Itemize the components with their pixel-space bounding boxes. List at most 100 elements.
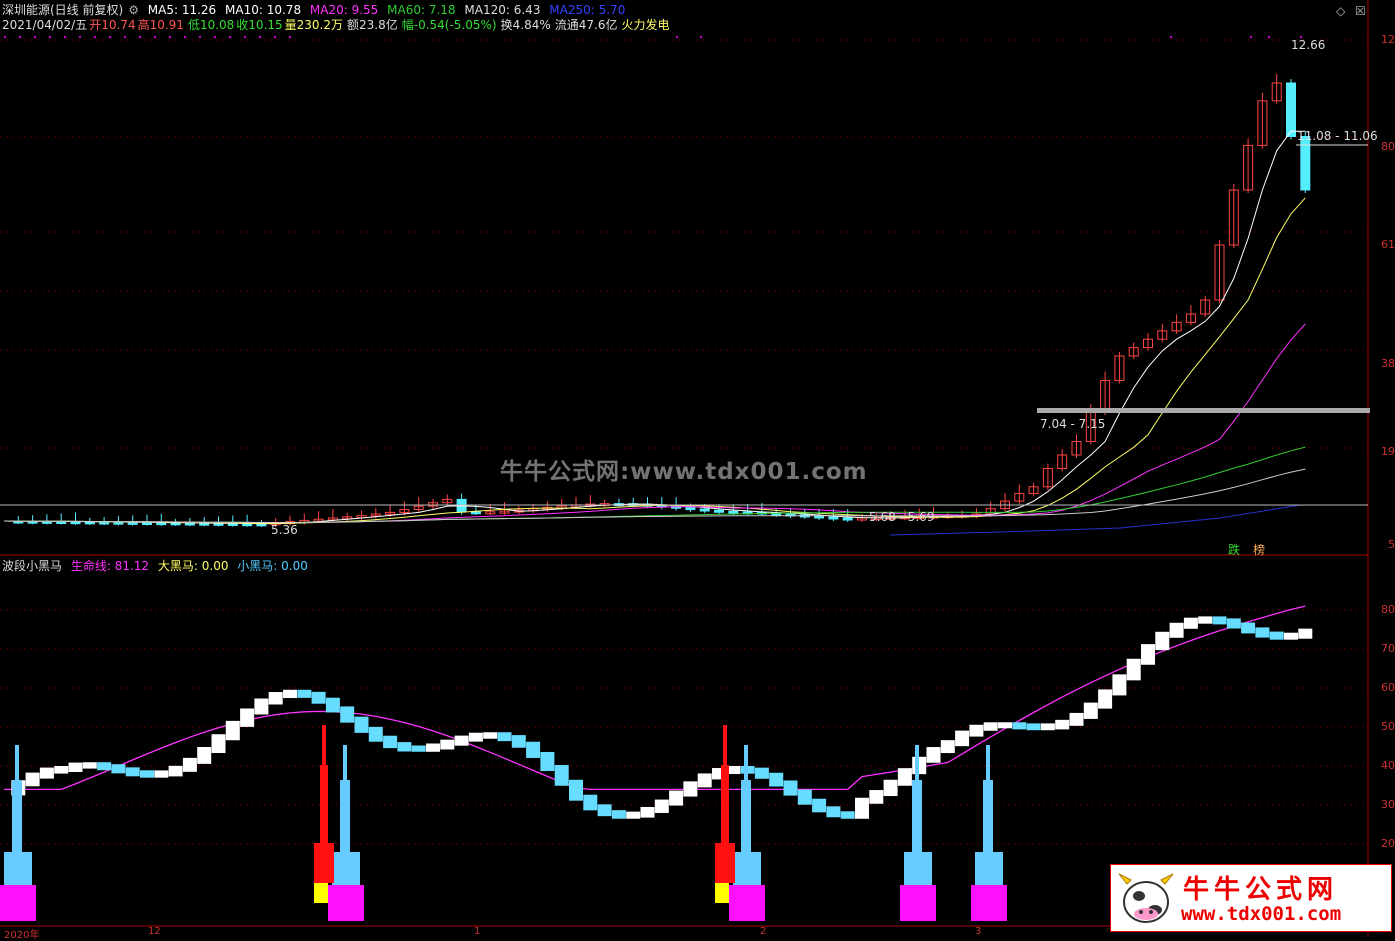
rise-block	[454, 735, 469, 746]
indicator-name[interactable]: 波段小黑马	[2, 559, 62, 573]
marker-dot	[79, 36, 81, 38]
indicator-tick: 40	[1381, 759, 1395, 772]
close-icon[interactable]: ☒	[1355, 4, 1366, 18]
logo-text: 牛牛公式网	[1183, 875, 1339, 905]
life-line-label: 生命线: 81.12	[70, 559, 150, 573]
volume-label: 量230.2万	[284, 18, 344, 32]
rise-block	[1198, 616, 1213, 624]
candle-down	[1286, 82, 1296, 138]
fall-block	[411, 745, 426, 752]
marker-dot	[94, 36, 96, 38]
rise-block	[912, 756, 927, 775]
signal-mid	[975, 852, 1003, 885]
rise-block	[168, 765, 183, 777]
support-annotation: 7.04 - 7.15	[1040, 417, 1106, 431]
rise-block	[683, 781, 698, 797]
fall-block	[812, 798, 827, 813]
change-label: 幅-0.54(-5.05%)	[401, 18, 497, 32]
rise-block	[225, 720, 240, 741]
rise-block	[1126, 658, 1141, 681]
rise-block	[897, 768, 912, 786]
fall-block	[1255, 627, 1270, 638]
fall-block	[325, 697, 340, 713]
indicator-tick: 30	[1381, 798, 1395, 811]
fall-block	[1241, 622, 1256, 634]
open-label: 开10.74	[89, 18, 136, 32]
rise-block	[1040, 723, 1055, 731]
marker-dot	[229, 36, 231, 38]
ma120-label: MA120: 6.43	[464, 3, 541, 17]
signal-red-upper	[721, 765, 729, 843]
fall-block	[769, 772, 784, 787]
fall-block	[569, 779, 583, 801]
marker-dot	[184, 36, 186, 38]
signal-mid	[733, 852, 761, 885]
rise-block	[483, 732, 498, 739]
signal-upper	[912, 780, 922, 852]
ma250-label: MA250: 5.70	[549, 3, 626, 17]
site-logo: 牛牛公式网 www.tdx001.com	[1110, 864, 1392, 932]
rise-block	[1069, 712, 1084, 726]
rise-block	[1112, 674, 1127, 696]
marker-dot	[49, 36, 51, 38]
fall-block	[1269, 631, 1284, 640]
fall-block	[783, 780, 798, 796]
fall-block	[125, 767, 140, 777]
marker-dot	[1250, 36, 1252, 38]
diamond-icon[interactable]: ◇	[1336, 4, 1345, 18]
header-row-1: 深圳能源(日线 前复权) ⚙ MA5: 11.26 MA10: 10.78 MA2…	[2, 2, 630, 18]
signal-base	[900, 885, 936, 921]
high-label: 高10.91	[137, 18, 184, 32]
marker-dot	[214, 36, 216, 38]
fall-block	[597, 804, 612, 817]
x-label: 2020年	[4, 930, 40, 941]
signal-tip	[744, 745, 748, 780]
float-label: 流通47.6亿	[554, 18, 618, 32]
fall-block	[383, 735, 398, 749]
price-tick: 38	[1381, 357, 1395, 370]
signal-mid	[904, 852, 932, 885]
fall-block	[368, 726, 383, 742]
marker-dot	[139, 36, 141, 38]
tag-fall[interactable]: 跌	[1228, 542, 1240, 558]
rise-block	[197, 747, 212, 764]
signal-tip	[986, 745, 990, 780]
low-annotation: 5.36	[271, 523, 298, 537]
signal-mid	[4, 852, 32, 885]
candle-down	[842, 517, 853, 521]
marker-dot	[124, 36, 126, 38]
rise-block	[154, 770, 169, 778]
tag-rank[interactable]: 榜	[1253, 542, 1265, 558]
sector-label: 火力发电	[621, 18, 670, 32]
fall-block	[311, 691, 326, 704]
marker-dot	[700, 36, 702, 38]
ma10-label: MA10: 10.78	[225, 3, 302, 17]
fall-block	[1226, 618, 1241, 629]
watermark: 牛牛公式网:www.tdx001.com	[500, 459, 868, 485]
rise-block	[940, 740, 955, 754]
marker-dot	[1268, 36, 1270, 38]
stock-title[interactable]: 深圳能源(日线 前复权)	[2, 3, 123, 17]
rise-block	[440, 739, 455, 750]
marker-dot	[289, 36, 291, 38]
x-label: 1	[474, 926, 481, 937]
ma5-label: MA5: 11.26	[147, 3, 217, 17]
rise-block	[254, 698, 269, 715]
signal-red-base	[314, 843, 334, 883]
fall-block	[497, 732, 512, 742]
signal-yellow	[715, 883, 729, 903]
close-label: 收10.15	[236, 18, 283, 32]
date-label: 2021/04/02/五	[2, 18, 88, 32]
fall-block	[754, 767, 769, 779]
fall-block	[826, 806, 841, 818]
rise-block	[855, 797, 869, 819]
chart-stage[interactable]: 深圳能源(日线 前复权) ⚙ MA5: 11.26 MA10: 10.78 MA2…	[0, 0, 1395, 941]
rise-block	[68, 762, 83, 773]
indicator-tick: 60	[1381, 681, 1395, 694]
rise-block	[1141, 644, 1155, 665]
signal-yellow	[314, 883, 328, 903]
fall-block	[540, 751, 555, 772]
x-label: 3	[975, 926, 982, 937]
rise-block	[1155, 631, 1170, 651]
settings-icon[interactable]: ⚙	[128, 3, 139, 17]
